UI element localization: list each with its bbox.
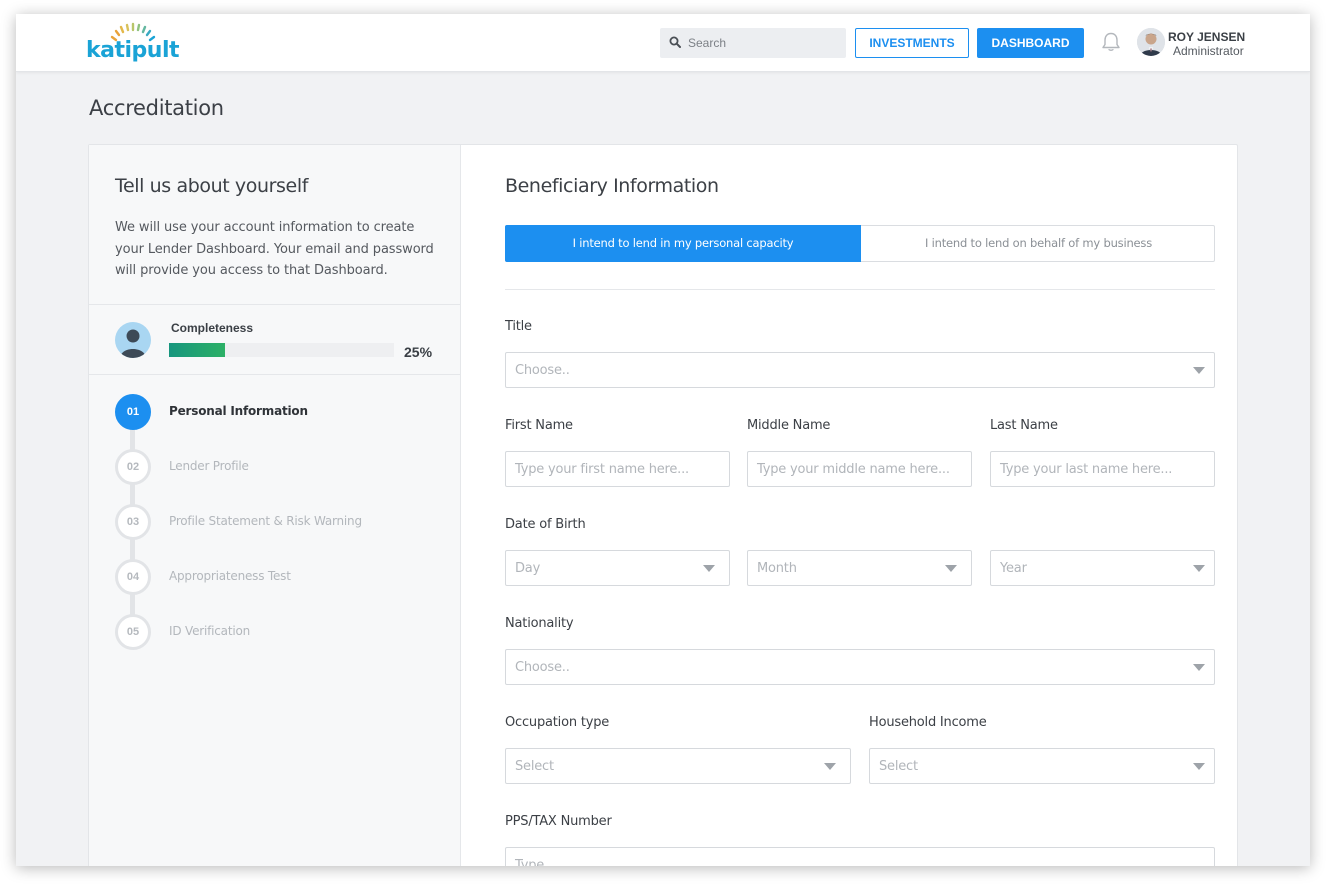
user-avatar[interactable] <box>1137 28 1165 56</box>
step-number-badge: 01 <box>115 394 151 430</box>
middle-name-label: Middle Name <box>747 418 831 433</box>
chevron-down-icon <box>703 565 715 572</box>
first-name-field[interactable]: Type your first name here... <box>505 451 730 487</box>
step-number-badge: 02 <box>115 449 151 485</box>
logo-text: katipult <box>86 38 180 63</box>
dob-month-value: Month <box>757 561 797 576</box>
step-label: Profile Statement & Risk Warning <box>169 514 362 528</box>
user-name[interactable]: ROY JENSEN <box>1168 30 1245 44</box>
progress-sidebar: Tell us about yourself We will use your … <box>89 145 461 866</box>
completeness-progress-fill <box>169 343 226 357</box>
chevron-down-icon <box>1193 367 1205 374</box>
income-select[interactable]: Select <box>869 748 1215 784</box>
tax-number-field[interactable]: Type <box>505 847 1215 866</box>
top-navigation-bar: katipult INVESTMENTS DASHBOARD <box>16 14 1310 72</box>
search-icon <box>669 36 681 48</box>
title-label: Title <box>505 319 532 334</box>
middle-name-field[interactable]: Type your middle name here... <box>747 451 972 487</box>
sidebar-description: We will use your account information to … <box>115 220 434 278</box>
step-number-badge: 03 <box>115 504 151 540</box>
dob-year-select[interactable]: Year <box>990 550 1215 586</box>
dashboard-button[interactable]: DASHBOARD <box>977 28 1084 58</box>
occupation-label: Occupation type <box>505 715 610 730</box>
step-number-badge: 05 <box>115 614 151 650</box>
nationality-select[interactable]: Choose.. <box>505 649 1215 685</box>
step-number-badge: 04 <box>115 559 151 595</box>
chevron-down-icon <box>945 565 957 572</box>
dob-label: Date of Birth <box>505 517 586 532</box>
step-item[interactable]: 01 Personal Information <box>115 394 415 430</box>
sidebar-heading: Tell us about yourself <box>115 175 308 197</box>
title-select[interactable]: Choose.. <box>505 352 1215 388</box>
search-input[interactable] <box>688 28 838 58</box>
completeness-label: Completeness <box>171 321 254 335</box>
step-label: Personal Information <box>169 404 308 418</box>
profile-avatar <box>115 322 151 358</box>
step-item[interactable]: 02 Lender Profile <box>115 449 415 485</box>
title-select-value: Choose.. <box>515 363 570 378</box>
personal-capacity-option[interactable]: I intend to lend in my personal capacity <box>505 225 861 262</box>
app-window: katipult INVESTMENTS DASHBOARD <box>16 14 1310 866</box>
divider <box>89 304 461 305</box>
user-role: Administrator <box>1173 44 1244 58</box>
chevron-down-icon <box>1193 763 1205 770</box>
last-name-placeholder: Type your last name here... <box>1000 462 1173 477</box>
capacity-toggle: I intend to lend in my personal capacity… <box>505 225 1215 262</box>
occupation-select-value: Select <box>515 759 554 774</box>
income-select-value: Select <box>879 759 918 774</box>
katipult-logo[interactable]: katipult <box>86 20 186 68</box>
completeness-progress-bar <box>169 343 394 357</box>
last-name-field[interactable]: Type your last name here... <box>990 451 1215 487</box>
page-title: Accreditation <box>89 96 224 120</box>
user-photo-icon <box>1137 28 1165 56</box>
step-label: Lender Profile <box>169 459 249 473</box>
occupation-select[interactable]: Select <box>505 748 851 784</box>
search-box[interactable] <box>660 28 846 58</box>
divider <box>89 374 461 375</box>
person-silhouette-icon <box>120 329 146 358</box>
tax-number-label: PPS/TAX Number <box>505 814 612 829</box>
step-item[interactable]: 05 ID Verification <box>115 614 415 650</box>
nationality-label: Nationality <box>505 616 574 631</box>
dob-year-value: Year <box>1000 561 1027 576</box>
middle-name-placeholder: Type your middle name here... <box>757 462 950 477</box>
beneficiary-form: Beneficiary Information I intend to lend… <box>505 145 1215 866</box>
chevron-down-icon <box>1193 565 1205 572</box>
dob-day-select[interactable]: Day <box>505 550 730 586</box>
last-name-label: Last Name <box>990 418 1058 433</box>
business-capacity-option[interactable]: I intend to lend on behalf of my busines… <box>861 225 1216 262</box>
accreditation-card: Tell us about yourself We will use your … <box>88 144 1238 866</box>
chevron-down-icon <box>824 763 836 770</box>
form-heading: Beneficiary Information <box>505 175 719 197</box>
chevron-down-icon <box>1193 664 1205 671</box>
nationality-select-value: Choose.. <box>515 660 570 675</box>
step-item[interactable]: 03 Profile Statement & Risk Warning <box>115 504 415 540</box>
step-item[interactable]: 04 Appropriateness Test <box>115 559 415 595</box>
first-name-label: First Name <box>505 418 573 433</box>
divider <box>505 289 1215 290</box>
step-label: ID Verification <box>169 624 251 638</box>
step-label: Appropriateness Test <box>169 569 291 583</box>
tax-number-placeholder: Type <box>515 858 545 866</box>
investments-button[interactable]: INVESTMENTS <box>855 28 969 58</box>
income-label: Household Income <box>869 715 987 730</box>
completeness-percent: 25% <box>404 344 433 360</box>
dob-day-value: Day <box>515 561 541 576</box>
bell-icon[interactable] <box>1100 31 1122 53</box>
first-name-placeholder: Type your first name here... <box>515 462 689 477</box>
dob-month-select[interactable]: Month <box>747 550 972 586</box>
